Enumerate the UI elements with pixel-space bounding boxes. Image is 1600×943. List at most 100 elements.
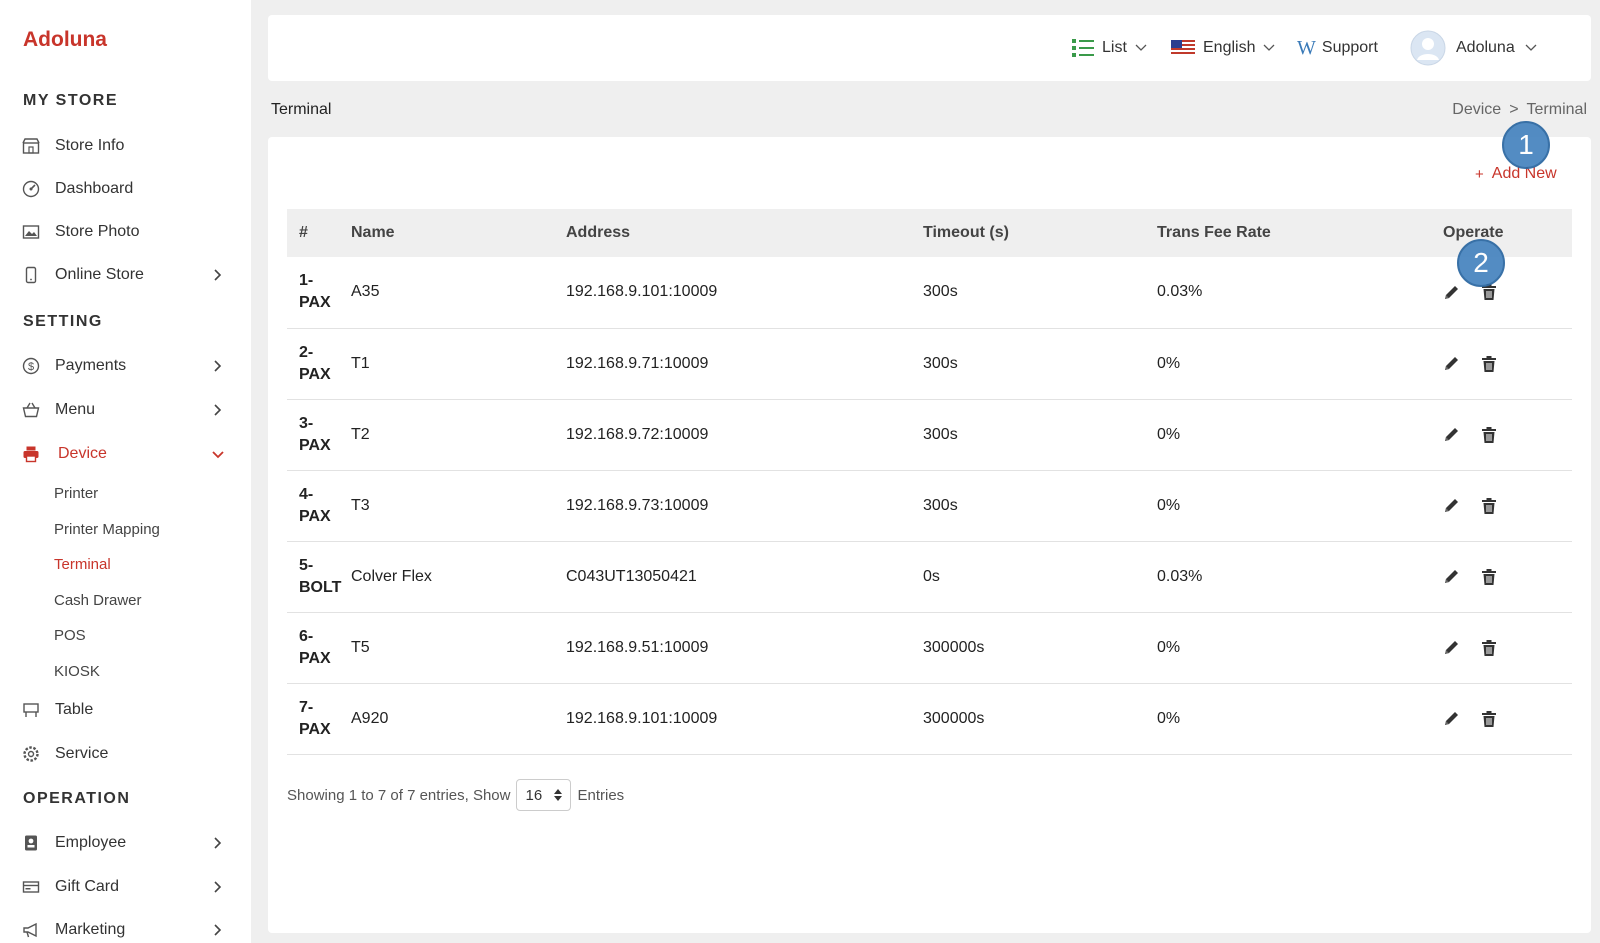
chevron-right-icon (214, 360, 222, 372)
cell-operate (1443, 470, 1572, 541)
cell-address: 192.168.9.73:10009 (566, 496, 709, 514)
edit-icon[interactable] (1443, 497, 1460, 514)
page-size-select[interactable]: 16 (516, 779, 572, 811)
cell-address: 192.168.9.51:10009 (566, 638, 709, 656)
sidebar-subitem-kiosk[interactable]: KIOSK (54, 663, 100, 680)
sidebar-subitem-cash-drawer[interactable]: Cash Drawer (54, 592, 142, 609)
table-header-row: # Name Address Timeout (s) Trans Fee Rat… (287, 209, 1572, 257)
sidebar-subitem-pos[interactable]: POS (54, 627, 86, 644)
table-row: 7- PAX A920 192.168.9.101:10009 300000s 0% (287, 683, 1572, 754)
breadcrumb-separator: > (1509, 101, 1519, 118)
delete-icon[interactable] (1482, 497, 1496, 514)
megaphone-icon (23, 922, 37, 938)
cell-operate (1443, 399, 1572, 470)
column-header-name: Name (351, 224, 395, 241)
table-row: 3- PAX T2 192.168.9.72:10009 300s 0% (287, 399, 1572, 470)
cell-address: 192.168.9.101:10009 (566, 709, 718, 727)
cell-name: T1 (351, 354, 370, 372)
chevron-right-icon (214, 837, 222, 849)
svg-text:$: $ (28, 361, 34, 373)
sidebar-item-employee[interactable]: Employee (0, 825, 251, 861)
table-row: 1- PAX A35 192.168.9.101:10009 300s 0.03% (287, 257, 1572, 328)
sidebar-item-label: Employee (55, 834, 127, 851)
sidebar-item-store-photo[interactable]: Store Photo (0, 214, 251, 250)
sidebar-item-label: Store Info (55, 137, 125, 154)
chevron-right-icon (214, 269, 222, 281)
gift-card-icon (22, 881, 40, 893)
sidebar-item-dashboard[interactable]: Dashboard (0, 171, 251, 207)
chevron-down-icon (1135, 44, 1147, 51)
sidebar-item-store-info[interactable]: Store Info (0, 128, 251, 164)
cell-index: 6- PAX (287, 612, 351, 683)
chevron-down-icon (1264, 44, 1275, 51)
index-type: PAX (299, 720, 331, 738)
photo-icon (22, 225, 40, 239)
language-dropdown[interactable]: English (1171, 15, 1275, 81)
sidebar-item-label: Device (58, 445, 107, 462)
cell-index: 5- BOLT (287, 541, 351, 612)
cell-name: A35 (351, 283, 380, 301)
delete-icon[interactable] (1482, 710, 1496, 727)
breadcrumb-device[interactable]: Device (1452, 101, 1501, 119)
sidebar-subitem-printer-mapping[interactable]: Printer Mapping (54, 521, 160, 538)
step-badge-2: 2 (1457, 239, 1505, 287)
column-header-address: Address (566, 224, 631, 241)
sidebar-item-gift-card[interactable]: Gift Card (0, 869, 251, 905)
sidebar-item-service[interactable]: Service (0, 736, 251, 772)
delete-icon[interactable] (1482, 639, 1496, 656)
sidebar-item-marketing[interactable]: Marketing (0, 912, 251, 943)
sidebar-item-menu[interactable]: Menu (0, 392, 251, 428)
section-title-my-store: MY STORE (23, 92, 118, 109)
index-number: 1- (299, 272, 314, 290)
edit-icon[interactable] (1443, 568, 1460, 585)
support-link[interactable]: W Support (1297, 15, 1378, 81)
sort-arrows-icon (554, 789, 563, 801)
plus-icon: + (1475, 165, 1484, 183)
cell-index: 2- PAX (287, 328, 351, 399)
add-new-button[interactable]: + Add New (1475, 165, 1557, 183)
table-row: 5- BOLT Colver Flex C043UT13050421 0s 0.03% (287, 541, 1572, 612)
sidebar-item-label: Marketing (55, 921, 126, 938)
cell-name: Colver Flex (351, 567, 432, 585)
cell-address: 192.168.9.72:10009 (566, 425, 709, 443)
sidebar: Adoluna MY STORE Store Info Dashboard St… (0, 0, 251, 943)
sidebar-subitem-printer[interactable]: Printer (54, 485, 98, 502)
edit-icon[interactable] (1443, 710, 1460, 727)
index-number: 6- (299, 627, 314, 645)
section-title-setting: SETTING (23, 313, 103, 330)
column-header-fee-rate: Trans Fee Rate (1157, 224, 1271, 241)
view-list-dropdown[interactable]: List (1072, 15, 1147, 81)
brand-logo[interactable]: Adoluna (23, 28, 107, 52)
sidebar-item-label: Menu (55, 401, 96, 418)
cell-fee-rate: 0% (1157, 496, 1181, 514)
section-title-operation: OPERATION (23, 790, 131, 807)
edit-icon[interactable] (1443, 284, 1460, 301)
sidebar-item-device[interactable]: Device (0, 436, 251, 472)
cell-index: 7- PAX (287, 683, 351, 754)
delete-icon[interactable] (1482, 355, 1496, 372)
page-size-value: 16 (525, 786, 543, 804)
cell-timeout: 300s (923, 496, 958, 514)
delete-icon[interactable] (1482, 426, 1496, 443)
table-row: 4- PAX T3 192.168.9.73:10009 300s 0% (287, 470, 1572, 541)
edit-icon[interactable] (1443, 639, 1460, 656)
list-icon (1072, 39, 1094, 57)
basket-icon (22, 402, 40, 418)
cell-operate (1443, 328, 1572, 399)
sidebar-item-payments[interactable]: $ Payments (0, 348, 251, 384)
sidebar-item-label: Table (55, 701, 94, 718)
breadcrumb-terminal: Terminal (1526, 101, 1587, 118)
user-menu[interactable]: Adoluna (1410, 15, 1537, 81)
sidebar-item-online-store[interactable]: Online Store (0, 257, 251, 293)
edit-icon[interactable] (1443, 355, 1460, 372)
edit-icon[interactable] (1443, 426, 1460, 443)
column-header-timeout: Timeout (s) (923, 224, 1009, 241)
delete-icon[interactable] (1482, 568, 1496, 585)
sidebar-item-table[interactable]: Table (0, 692, 251, 728)
cell-fee-rate: 0% (1157, 709, 1181, 727)
language-label: English (1203, 39, 1256, 56)
us-flag-icon (1171, 40, 1195, 56)
cell-fee-rate: 0.03% (1157, 567, 1203, 585)
cell-operate (1443, 541, 1572, 612)
sidebar-subitem-terminal[interactable]: Terminal (54, 556, 111, 573)
